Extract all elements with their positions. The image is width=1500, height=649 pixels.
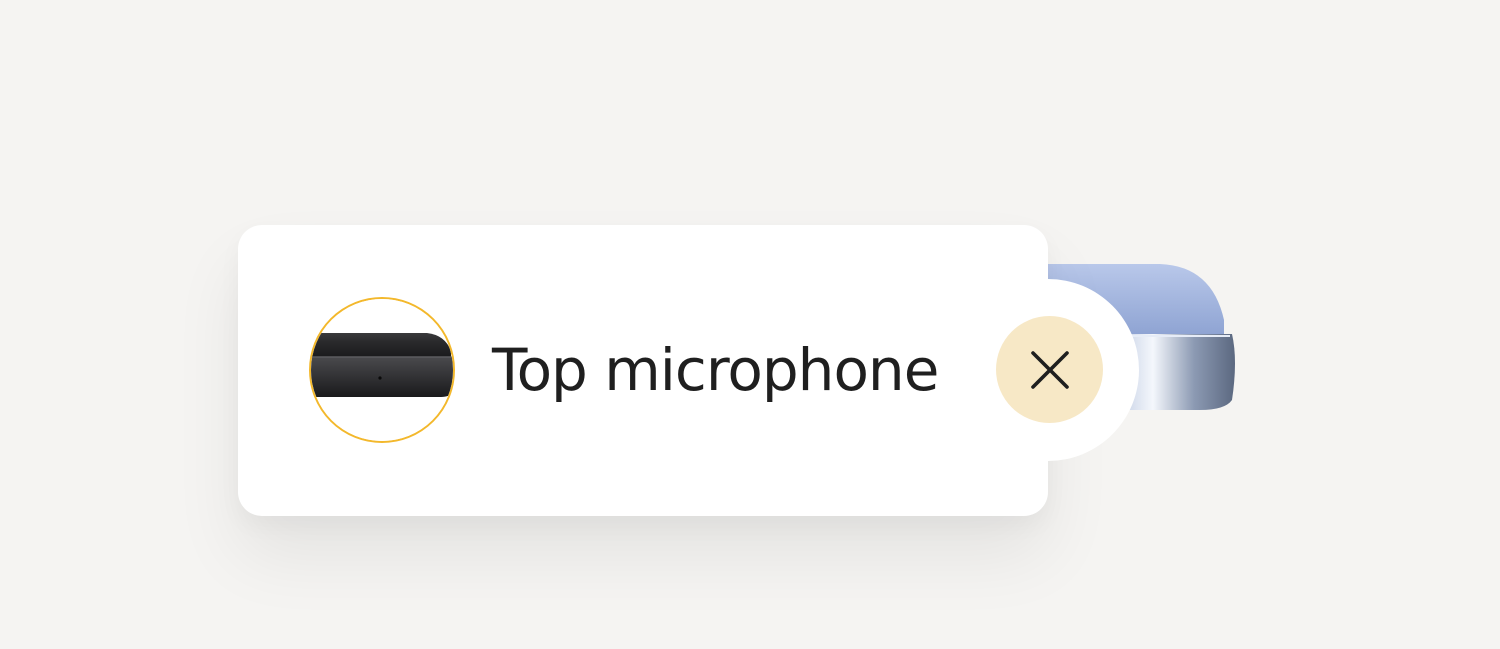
product-detail-stage: Top microphone <box>0 0 1500 649</box>
phone-top-edge-icon <box>311 299 453 441</box>
close-icon <box>1030 350 1069 389</box>
close-button[interactable] <box>996 316 1103 423</box>
microphone-thumbnail <box>309 297 455 443</box>
callout-label: Top microphone <box>492 336 939 404</box>
